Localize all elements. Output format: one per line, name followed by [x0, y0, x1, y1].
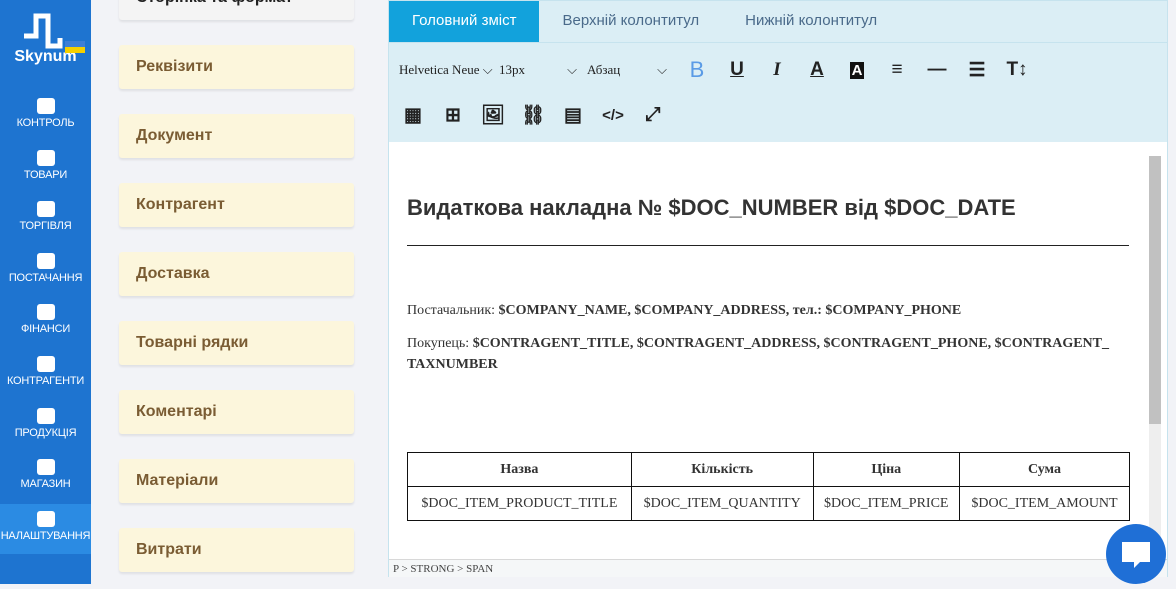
supplier-line: Постачальник: $COMPANY_NAME, $COMPANY_AD… — [407, 300, 1132, 321]
background-color-icon[interactable]: A — [837, 55, 877, 85]
col-name: Назва — [407, 452, 632, 487]
section-7[interactable]: Матеріали — [119, 459, 354, 503]
horizontal-rule-icon[interactable]: — — [917, 55, 957, 85]
nav-label: ПОСТАЧАННЯ — [8, 271, 83, 284]
font-value: Helvetica Neue — [399, 62, 480, 77]
size-value: 13px — [499, 62, 525, 77]
buyer-value: $CONTRAGENT_TITLE, $CONTRAGENT_ADDRESS, … — [407, 336, 1109, 372]
bold-icon[interactable]: B — [677, 55, 717, 85]
truck-icon — [0, 246, 91, 272]
italic-icon[interactable]: I — [757, 55, 797, 85]
grid-icon[interactable]: ▦ — [393, 100, 433, 130]
underline-icon[interactable]: U — [717, 55, 757, 85]
section-1[interactable]: Реквізити — [119, 45, 354, 89]
section-8[interactable]: Витрати — [119, 528, 354, 572]
ukraine-flag-icon — [65, 41, 85, 53]
template-editor: Головний зміст Верхній колонтитул Нижній… — [388, 0, 1168, 577]
nav-item-0[interactable]: КОНТРОЛЬ — [0, 91, 91, 141]
align-left-icon[interactable]: ≡ — [877, 55, 917, 85]
section-4[interactable]: Доставка — [119, 252, 354, 296]
nav-item-8[interactable]: НАЛАШТУВАННЯ — [0, 503, 91, 554]
document-content[interactable]: Видаткова накладна № $DOC_NUMBER від $DO… — [389, 142, 1167, 560]
chat-bubble-icon — [1122, 542, 1150, 568]
image-icon[interactable]: 🖼 — [473, 100, 513, 130]
nav-label: ТОРГІВЛЯ — [19, 220, 72, 233]
cell-name: $DOC_ITEM_PRODUCT_TITLE — [407, 486, 632, 521]
col-quantity: Кількість — [630, 452, 814, 487]
unlink-icon[interactable]: ⛓ — [513, 100, 553, 130]
sidebar: Skynum КОНТРОЛЬ ТОВАРИ ТОРГІВЛЯ ПОСТАЧАННЯ Ф… — [0, 0, 91, 584]
divider — [407, 245, 1129, 246]
nav-label: КОНТРОЛЬ — [16, 117, 75, 129]
scrollbar-thumb[interactable] — [1149, 156, 1161, 424]
tab-main-content[interactable]: Головний зміст — [389, 1, 540, 42]
factory-icon — [0, 401, 91, 427]
items-table: Назва Кількість Ціна Сума $DOC_ITEM_PROD… — [407, 452, 1131, 521]
nav-label: НАЛАШТУВАННЯ — [0, 529, 91, 542]
buyer-line: Покупець: $CONTRAGENT_TITLE, $CONTRAGENT… — [407, 333, 1132, 375]
col-price: Ціна — [812, 452, 960, 487]
text-color-icon[interactable]: A — [797, 55, 837, 85]
nav-item-1[interactable]: ТОВАРИ — [0, 143, 91, 193]
ordered-list-icon[interactable]: ☰ — [957, 55, 997, 85]
supplier-value: $COMPANY_NAME, $COMPANY_ADDRESS, тел.: $… — [498, 303, 962, 318]
font-family-select[interactable]: Helvetica Neue ⌵ — [399, 55, 499, 85]
section-5[interactable]: Товарні рядки — [119, 321, 354, 365]
nav-item-4[interactable]: ФІНАНСИ — [0, 297, 91, 347]
nav-label: КОНТРАГЕНТИ — [6, 375, 85, 387]
template-block-icon[interactable]: ▤ — [553, 100, 593, 130]
nav-label: ТОВАРИ — [23, 168, 68, 181]
table-icon[interactable]: ⊞ — [433, 100, 473, 130]
chart-growth-icon — [0, 91, 91, 117]
nav-item-6[interactable]: ПРОДУКЦІЯ — [0, 401, 91, 451]
section-0[interactable]: Сторінка та формат — [119, 0, 354, 20]
line-height-icon[interactable]: T↕ — [997, 55, 1037, 85]
table-row: $DOC_ITEM_PRODUCT_TITLE $DOC_ITEM_QUANTI… — [407, 486, 1131, 521]
cell-quantity: $DOC_ITEM_QUANTITY — [630, 486, 814, 521]
section-6[interactable]: Коментарі — [119, 390, 354, 434]
settings-tools-icon — [0, 504, 91, 530]
nav-label: МАГАЗИН — [20, 478, 71, 491]
fullscreen-icon[interactable]: ⤢ — [633, 100, 673, 130]
col-amount: Сума — [958, 452, 1131, 487]
tab-header[interactable]: Верхній колонтитул — [539, 1, 722, 42]
nav-label: ПРОДУКЦІЯ — [14, 426, 77, 439]
nav-item-3[interactable]: ПОСТАЧАННЯ — [0, 246, 91, 296]
section-3[interactable]: Контрагент — [119, 183, 354, 227]
chat-button[interactable] — [1106, 524, 1166, 584]
document-title: Видаткова накладна № $DOC_NUMBER від $DO… — [407, 195, 1016, 220]
section-2[interactable]: Документ — [119, 114, 354, 158]
shop-bag-icon — [0, 452, 91, 478]
block-format-select[interactable]: Абзац ⌵ — [587, 55, 677, 85]
supplier-label: Постачальник: — [407, 303, 496, 318]
logo[interactable]: Skynum — [0, 10, 91, 66]
buyer-label: Покупець: — [407, 336, 470, 351]
block-value: Абзац — [587, 62, 621, 77]
cell-amount: $DOC_ITEM_AMOUNT — [958, 486, 1131, 521]
tag-icon — [0, 143, 91, 169]
chevron-down-icon: ⌵ — [657, 62, 667, 77]
nav-item-5[interactable]: КОНТРАГЕНТИ — [0, 349, 91, 399]
font-size-select[interactable]: 13px ⌵ — [499, 55, 587, 85]
nav-item-7[interactable]: МАГАЗИН — [0, 452, 91, 502]
chevron-down-icon: ⌵ — [482, 62, 493, 77]
code-view-icon[interactable]: </> — [593, 100, 633, 130]
element-path: P > STRONG > SPAN — [389, 559, 1167, 577]
cell-price: $DOC_ITEM_PRICE — [812, 486, 960, 521]
chevron-down-icon: ⌵ — [567, 62, 577, 77]
wallet-icon — [0, 297, 91, 323]
tab-footer[interactable]: Нижній колонтитул — [722, 1, 900, 42]
nav-item-2[interactable]: ТОРГІВЛЯ — [0, 194, 91, 244]
cash-register-icon — [0, 194, 91, 220]
nav-label: ФІНАНСИ — [20, 323, 71, 336]
scrollbar[interactable] — [1149, 156, 1161, 560]
person-icon — [0, 349, 91, 375]
